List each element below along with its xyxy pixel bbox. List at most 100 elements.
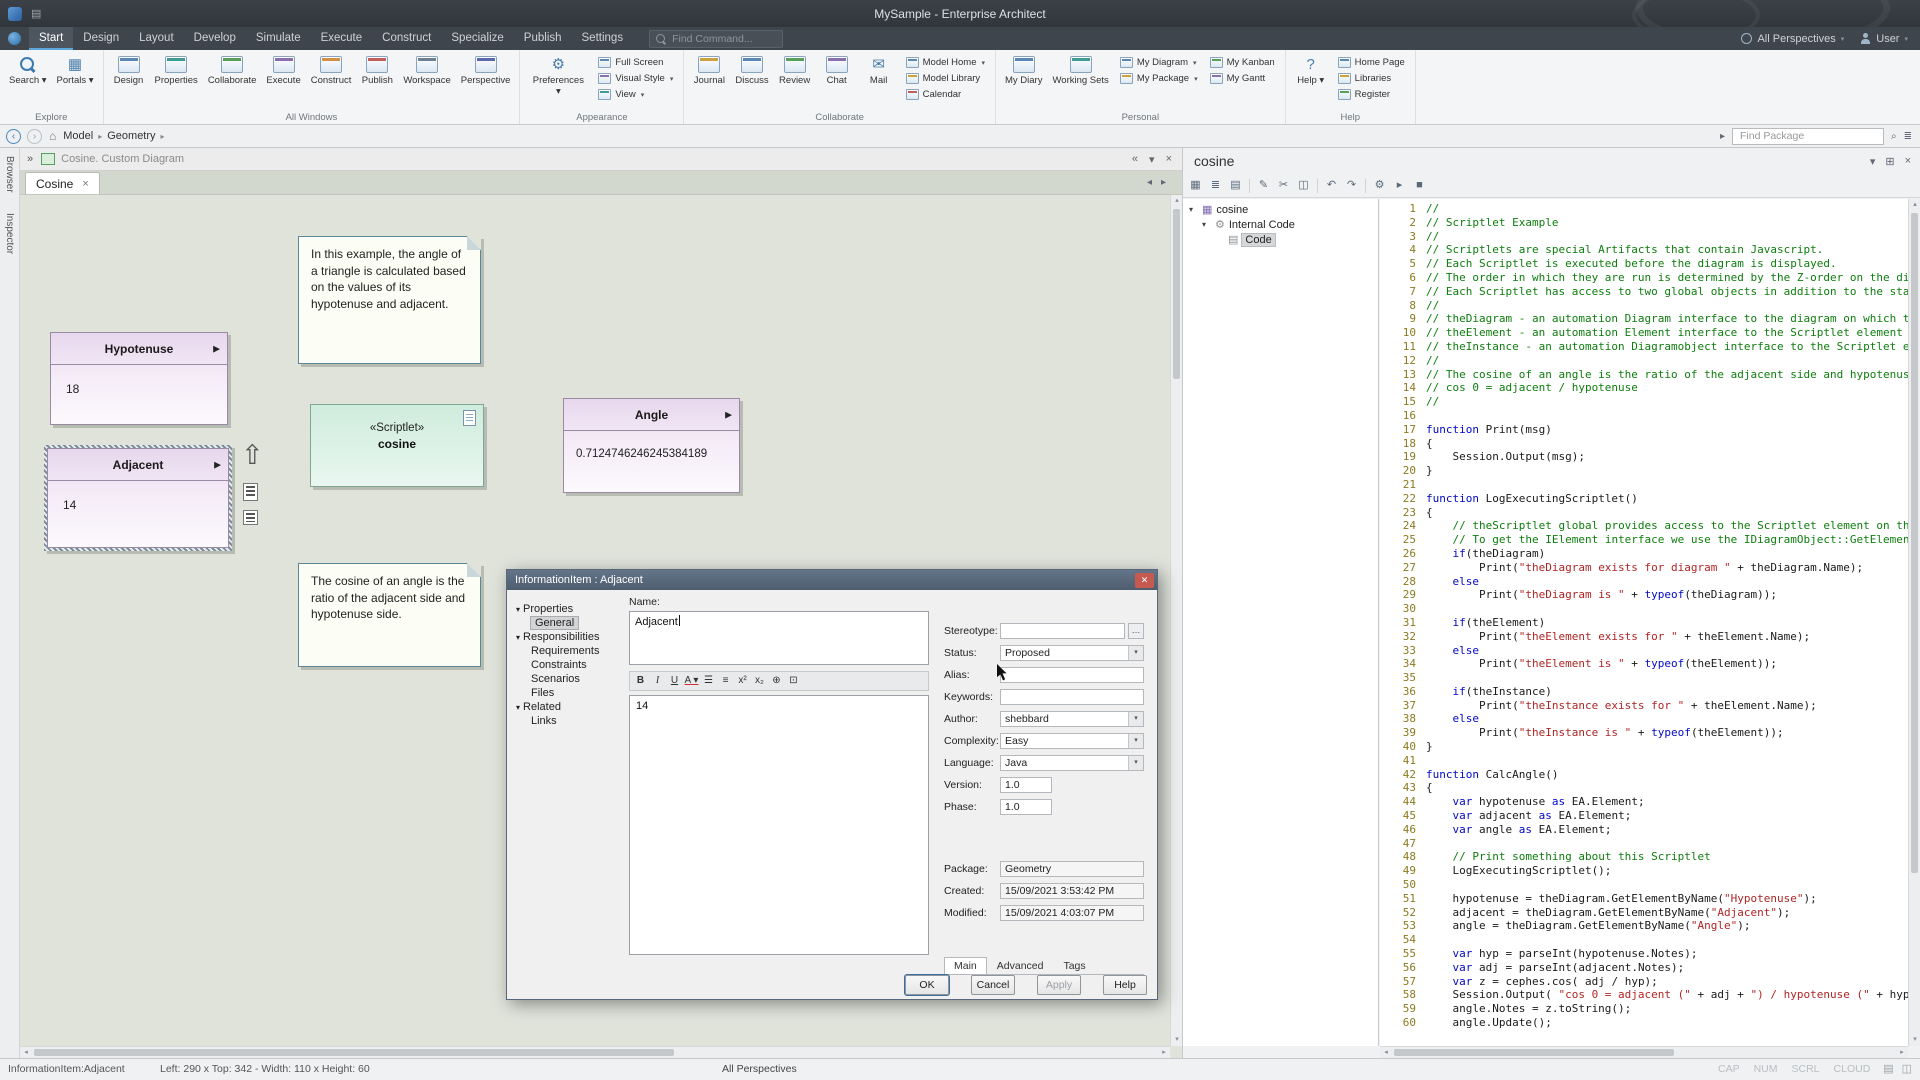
code-editor[interactable]: 1//2// Scriptlet Example3//4// Scriptlet…	[1380, 199, 1908, 1046]
side-tab-browser[interactable]: Browser	[4, 156, 15, 193]
workspace-button[interactable]: Workspace	[399, 53, 454, 87]
construct-button[interactable]: Construct	[307, 53, 356, 87]
chevron-right-icon[interactable]: ▸	[1720, 131, 1725, 142]
model-library-button[interactable]: Model Library	[903, 72, 988, 85]
properties-button[interactable]: Properties	[151, 53, 202, 87]
expand-editor-button[interactable]: ⊡	[786, 674, 801, 688]
undo-icon[interactable]: ↶	[1323, 177, 1340, 194]
home-page-button[interactable]: Home Page	[1335, 56, 1408, 69]
apply-button[interactable]: Apply	[1037, 975, 1081, 995]
element-angle[interactable]: Angle ▶ 0.7124746246245384189	[563, 398, 740, 493]
collaborate-button[interactable]: Collaborate	[204, 53, 261, 87]
menu-list-icon[interactable]: ≣	[1904, 131, 1912, 142]
underline-button[interactable]: U	[667, 674, 682, 688]
my-kanban-button[interactable]: My Kanban	[1207, 56, 1278, 69]
element-scriptlet-cosine[interactable]: «Scriptlet» cosine	[310, 404, 484, 487]
status-perspective[interactable]: All Perspectives	[722, 1063, 797, 1075]
notes-field[interactable]: 14	[629, 695, 929, 955]
code-tree-code[interactable]: ▤Code	[1183, 232, 1378, 247]
numbered-list-button[interactable]: ≡	[718, 674, 733, 688]
calendar-button[interactable]: Calendar	[903, 88, 988, 101]
menu-tab-start[interactable]: Start	[29, 27, 73, 50]
language-field[interactable]: Java▾	[1000, 755, 1144, 771]
ellipsis-button[interactable]: …	[1128, 623, 1144, 639]
note-element[interactable]: In this example, the angle of a triangle…	[298, 236, 481, 364]
dialog-tree-files[interactable]: Files	[516, 686, 622, 700]
dialog-tree-general[interactable]: General	[516, 616, 622, 630]
options-icon[interactable]: ⚙	[1371, 177, 1388, 194]
perspectives-menu[interactable]: All Perspectives ▾	[1741, 33, 1844, 45]
superscript-button[interactable]: x²	[735, 674, 750, 688]
stereotype-field[interactable]	[1000, 623, 1125, 639]
dialog-tab-tags[interactable]: Tags	[1053, 957, 1095, 974]
scrollbar-thumb[interactable]	[1173, 209, 1180, 379]
dialog-tree-responsibilities[interactable]: ▾Responsibilities	[516, 630, 622, 644]
find-command-box[interactable]	[649, 30, 783, 48]
chat-button[interactable]: Chat	[817, 53, 857, 87]
close-icon[interactable]: ✕	[1135, 573, 1154, 588]
tab-cosine[interactable]: Cosine ×	[25, 172, 100, 194]
created-field[interactable]: 15/09/2021 3:53:42 PM	[1000, 883, 1144, 899]
run-icon[interactable]: ▸	[1391, 177, 1408, 194]
list-view-icon[interactable]: ≣	[1207, 177, 1224, 194]
chevron-down-icon[interactable]: ▾	[1128, 756, 1143, 770]
structure-view-icon[interactable]: ▦	[1187, 177, 1204, 194]
layout-icon[interactable]: ▤	[1883, 1062, 1893, 1075]
my-diagram-button[interactable]: My Diagram▾	[1117, 56, 1201, 69]
menu-tab-construct[interactable]: Construct	[372, 27, 441, 50]
app-menu-icon[interactable]	[8, 32, 21, 45]
ok-button[interactable]: OK	[905, 975, 949, 995]
find-package-box[interactable]	[1732, 128, 1884, 145]
dialog-tree-requirements[interactable]: Requirements	[516, 644, 622, 658]
expand-triangle-icon[interactable]: ▶	[725, 409, 732, 420]
horizontal-scrollbar[interactable]: ◂ ▸	[20, 1046, 1170, 1058]
portals-button[interactable]: ▦Portals ▾	[53, 53, 98, 87]
menu-tab-simulate[interactable]: Simulate	[246, 27, 311, 50]
hyperlink-button[interactable]: ⊕	[769, 674, 784, 688]
edit-icon[interactable]: ✎	[1255, 177, 1272, 194]
selection-border[interactable]: Adjacent ▶ 14	[44, 445, 232, 551]
name-field[interactable]: Adjacent	[629, 611, 929, 665]
menu-tab-publish[interactable]: Publish	[514, 27, 572, 50]
pin-window-icon[interactable]: ⊞	[1885, 155, 1894, 168]
help-button[interactable]: Help	[1103, 975, 1147, 995]
review-button[interactable]: Review	[775, 53, 815, 87]
close-icon[interactable]: ×	[82, 178, 88, 190]
author-field[interactable]: shebbard▾	[1000, 711, 1144, 727]
chevron-down-icon[interactable]: ▾	[1128, 646, 1143, 660]
alias-field[interactable]	[1000, 667, 1144, 683]
phase-field[interactable]: 1.0	[1000, 799, 1052, 815]
italic-button[interactable]: I	[650, 674, 665, 688]
expand-triangle-icon[interactable]: ▶	[213, 343, 220, 354]
stop-icon[interactable]: ■	[1411, 177, 1428, 194]
package-field[interactable]: Geometry	[1000, 861, 1144, 877]
breadcrumb-item-model[interactable]: Model	[63, 130, 93, 142]
keywords-field[interactable]	[1000, 689, 1144, 705]
vertical-scrollbar[interactable]: ▴ ▾	[1908, 199, 1920, 1046]
libraries-button[interactable]: Libraries	[1335, 72, 1408, 85]
close-icon[interactable]: ×	[1166, 153, 1172, 166]
dialog-tree-properties[interactable]: ▾Properties	[516, 602, 622, 616]
subscript-button[interactable]: x₂	[752, 674, 767, 688]
menu-tab-design[interactable]: Design	[73, 27, 129, 50]
bullet-list-button[interactable]: ☰	[701, 674, 716, 688]
find-package-input[interactable]	[1738, 129, 1878, 143]
horizontal-scrollbar[interactable]: ◂ ▸	[1380, 1046, 1908, 1058]
vertical-scrollbar[interactable]: ▴ ▾	[1170, 195, 1182, 1046]
view-button[interactable]: View▾	[595, 88, 676, 101]
collapse-icon[interactable]: «	[1132, 153, 1138, 166]
journal-button[interactable]: Journal	[689, 53, 729, 87]
cancel-button[interactable]: Cancel	[971, 975, 1015, 995]
scrollbar-thumb[interactable]	[34, 1049, 674, 1056]
my-package-button[interactable]: My Package▾	[1117, 72, 1201, 85]
my-gantt-button[interactable]: My Gantt	[1207, 72, 1278, 85]
cut-icon[interactable]: ✂	[1275, 177, 1292, 194]
menu-tab-specialize[interactable]: Specialize	[441, 27, 513, 50]
document-icon[interactable]: ▤	[1227, 177, 1244, 194]
note-element[interactable]: The cosine of an angle is the ratio of t…	[298, 563, 481, 667]
dialog-tree-scenarios[interactable]: Scenarios	[516, 672, 622, 686]
chevron-down-icon[interactable]: ▾	[1128, 712, 1143, 726]
copy-icon[interactable]: ◫	[1295, 177, 1312, 194]
code-tree-cosine[interactable]: ▾▦cosine	[1183, 202, 1378, 217]
publish-button[interactable]: Publish	[357, 53, 397, 87]
